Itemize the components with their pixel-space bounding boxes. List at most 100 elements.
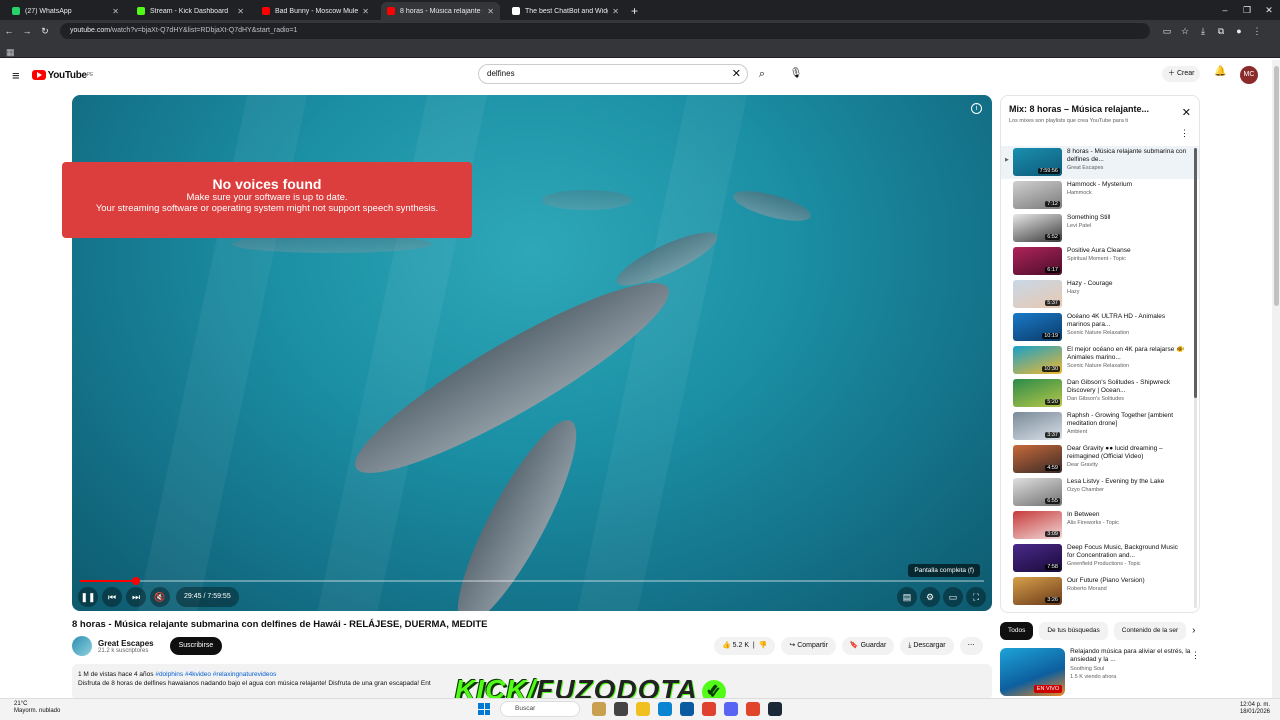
close-tab-icon[interactable]: ✕	[112, 7, 119, 16]
close-playlist-icon[interactable]: ✕	[1182, 106, 1191, 119]
reload-icon[interactable]: ↻	[36, 26, 54, 37]
playlist-item[interactable]: 7:58 Deep Focus Music, Background Music f…	[1001, 542, 1199, 575]
playlist-item[interactable]: 3:37 Raphsh - Growing Together [ambient m…	[1001, 410, 1199, 443]
chip-searches[interactable]: De tus búsquedas	[1039, 622, 1108, 640]
save-button[interactable]: 🔖 Guardar	[841, 637, 895, 655]
youtube-logo[interactable]: YouTube PE	[31, 70, 93, 81]
browser-tab[interactable]: 8 horas - Música relajante subm ✕	[381, 2, 500, 20]
mute-icon[interactable]: 🔇	[150, 587, 170, 607]
playlist-thumbnail[interactable]: 7:58	[1013, 544, 1062, 572]
playlist-thumbnail[interactable]: 7:12	[1013, 181, 1062, 209]
playlist-thumbnail[interactable]: 3:26	[1013, 577, 1062, 605]
playlist-thumbnail[interactable]: 6:17	[1013, 247, 1062, 275]
playlist-thumbnail[interactable]: 10:30	[1013, 346, 1062, 374]
playlist-thumbnail[interactable]: 3:37	[1013, 412, 1062, 440]
playlist-more-icon[interactable]: ⋮	[1180, 128, 1189, 139]
close-tab-icon[interactable]: ✕	[237, 7, 244, 16]
recommended-thumbnail[interactable]: EN VIVO	[1000, 648, 1066, 696]
browser-menu-icon[interactable]: ⋮	[1248, 26, 1266, 37]
avatar[interactable]: MC	[1240, 66, 1258, 84]
restore-icon[interactable]: ❐	[1236, 0, 1258, 20]
playlist-item[interactable]: 6:17 Positive Aura Cleanse Spiritual Momen…	[1001, 245, 1199, 278]
theater-mode-icon[interactable]: ▭	[943, 587, 963, 607]
dislike-icon[interactable]: 👎	[759, 642, 768, 649]
profile-icon[interactable]: ●	[1230, 26, 1248, 37]
apps-icon[interactable]: ▦	[6, 47, 15, 57]
chip-series[interactable]: Contenido de la ser	[1113, 622, 1187, 640]
folder-icon[interactable]	[636, 702, 650, 716]
channel-name[interactable]: Great Escapes	[98, 639, 154, 648]
channel-avatar[interactable]	[72, 636, 92, 656]
playlist-thumbnail[interactable]: 10:19	[1013, 313, 1062, 341]
playlist-scroll-thumb[interactable]	[1194, 148, 1197, 398]
browser-tab[interactable]: Stream - Kick Dashboard ✕	[131, 2, 250, 20]
windows-start-icon[interactable]	[478, 703, 490, 715]
file-explorer-icon[interactable]	[592, 702, 606, 716]
extensions-icon[interactable]: ⧉	[1212, 26, 1230, 37]
task-view-icon[interactable]	[614, 702, 628, 716]
hashtags[interactable]: #dolphins #4kvideo #relaxingnaturevideos	[155, 671, 276, 678]
create-button[interactable]: ＋ Crear	[1162, 66, 1201, 82]
subscribe-button[interactable]: Suscribirse	[169, 637, 223, 655]
close-window-icon[interactable]: ✕	[1258, 0, 1280, 20]
playlist-thumbnail[interactable]: 6:55	[1013, 478, 1062, 506]
weather-widget[interactable]: 21°C Mayorm. nublado	[14, 701, 60, 715]
subtitles-icon[interactable]: ▤	[897, 587, 917, 607]
url-field[interactable]: youtube.com/watch?v=bjaXt-Q7dHY&list=RDb…	[60, 23, 1150, 39]
info-icon[interactable]: i	[971, 103, 982, 114]
edge-icon[interactable]	[658, 702, 672, 716]
playlist-item[interactable]: 10:19 Océano 4K ULTRA HD - Animales marin…	[1001, 311, 1199, 344]
playlist-item[interactable]: 3:26 Our Future (Piano Version) Roberto Mo…	[1001, 575, 1199, 608]
chip-todos[interactable]: Todos	[1000, 622, 1034, 640]
playlist-thumbnail[interactable]: 3:09	[1013, 511, 1062, 539]
page-scroll-thumb[interactable]	[1274, 66, 1279, 306]
playlist-thumbnail[interactable]: 4:59	[1013, 445, 1062, 473]
browser-tab[interactable]: The best ChatBot and Widgets ✕	[506, 2, 625, 20]
playlist-thumbnail[interactable]: 5:37	[1013, 280, 1062, 308]
search-input[interactable]: delfines ✕	[478, 64, 748, 84]
notifications-icon[interactable]: 🔔	[1214, 66, 1226, 77]
like-button[interactable]: 👍 5.2 K | 👎	[714, 637, 776, 655]
playlist-item[interactable]: 5:20 Dan Gibson's Solitudes - Shipwreck D…	[1001, 377, 1199, 410]
menu-icon[interactable]: ≡	[12, 68, 20, 83]
playlist-item[interactable]: 4:59 Dear Gravity ●● lucid dreaming – rei…	[1001, 443, 1199, 476]
playlist-thumbnail[interactable]: 6:52	[1013, 214, 1062, 242]
settings-icon[interactable]: ⚙	[920, 587, 940, 607]
steam-icon[interactable]	[768, 702, 782, 716]
page-scrollbar[interactable]	[1272, 60, 1280, 700]
discord-icon[interactable]	[724, 702, 738, 716]
recommended-video[interactable]: EN VIVO Relajando música para aliviar el…	[1000, 648, 1200, 696]
close-tab-icon[interactable]: ✕	[612, 7, 619, 16]
cast-icon[interactable]: ▭	[1158, 26, 1176, 37]
download-icon[interactable]: ⤓	[1194, 26, 1212, 37]
playlist-item[interactable]: ▶ 7:59:56 8 horas - Música relajante subma…	[1001, 146, 1199, 179]
clear-search-icon[interactable]: ✕	[732, 65, 741, 83]
taskbar-search[interactable]: Buscar	[500, 701, 580, 717]
minimize-icon[interactable]: –	[1214, 0, 1236, 20]
back-icon[interactable]: ←	[0, 26, 18, 36]
browser-tab[interactable]: (27) WhatsApp ✕	[6, 2, 125, 20]
microphone-icon[interactable]: 🎙	[786, 64, 806, 84]
close-tab-icon[interactable]: ✕	[487, 7, 494, 16]
playlist-item[interactable]: 6:52 Something Still Levi Patel	[1001, 212, 1199, 245]
playlist-item[interactable]: 3:09 In Between Alis Fireworks - Topic	[1001, 509, 1199, 542]
new-tab-button[interactable]: +	[631, 2, 638, 20]
chrome-icon[interactable]	[702, 702, 716, 716]
playlist-thumbnail[interactable]: 7:59:56	[1013, 148, 1062, 176]
chevron-right-icon[interactable]: ›	[1192, 622, 1195, 640]
search-icon[interactable]: ⌕	[750, 64, 774, 84]
forward-icon[interactable]: →	[18, 26, 36, 36]
recommended-more-icon[interactable]: ⋮	[1191, 650, 1200, 661]
playlist-item[interactable]: 5:37 Hazy - Courage Hazy	[1001, 278, 1199, 311]
fullscreen-icon[interactable]: ⛶	[966, 587, 986, 607]
system-clock[interactable]: 12:04 p. m. 18/01/2026	[1240, 702, 1270, 716]
more-actions-icon[interactable]: ⋯	[959, 637, 983, 655]
bookmark-star-icon[interactable]: ☆	[1176, 26, 1194, 37]
next-icon[interactable]: ⏭	[126, 587, 146, 607]
share-button[interactable]: ↪ Compartir	[781, 637, 836, 655]
playlist-thumbnail[interactable]: 5:20	[1013, 379, 1062, 407]
playlist-item[interactable]: 6:55 Lesa Listvy - Evening by the Lake Ozy…	[1001, 476, 1199, 509]
browser-tab[interactable]: Bad Bunny - Moscow Mule ✕	[256, 2, 375, 20]
progress-bar[interactable]	[80, 577, 984, 585]
playlist-item[interactable]: 7:12 Hammock - Mysterium Hammock	[1001, 179, 1199, 212]
